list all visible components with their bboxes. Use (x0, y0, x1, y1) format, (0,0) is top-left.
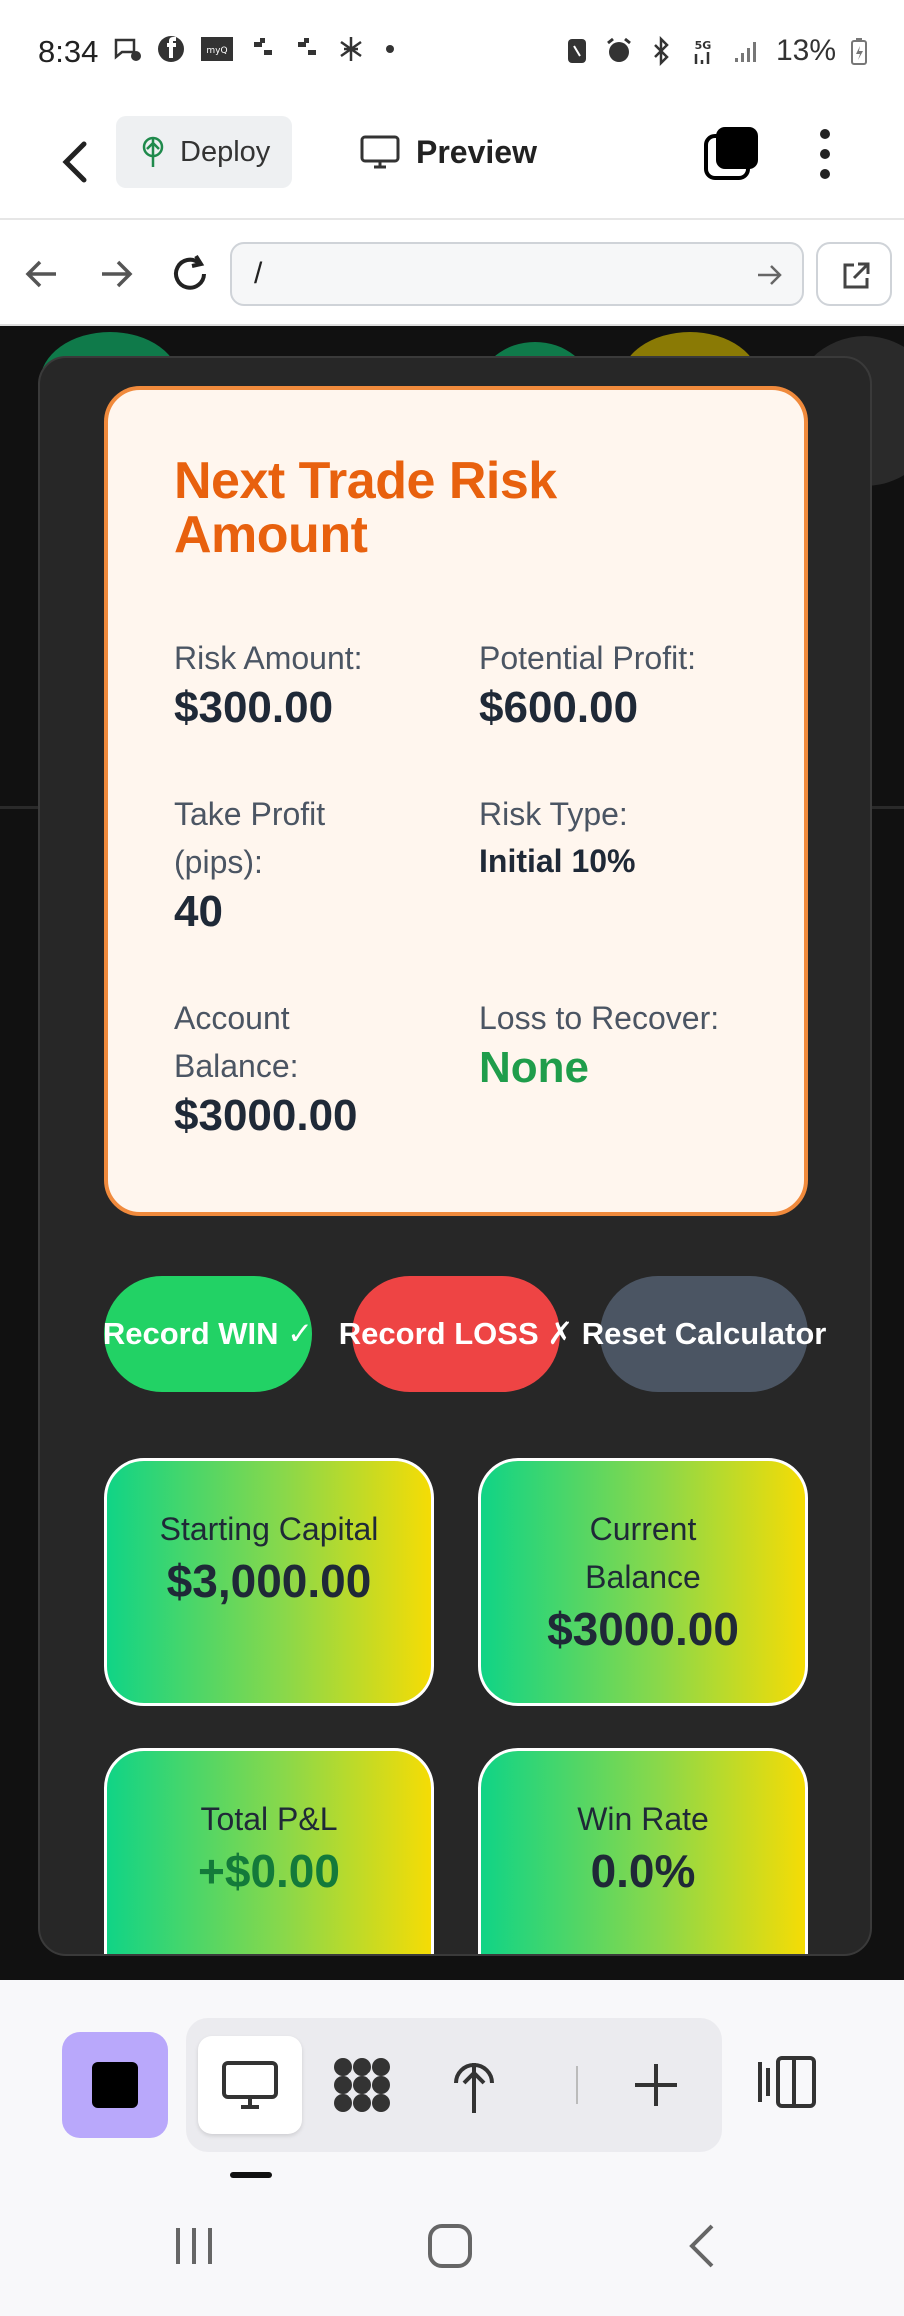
myq-icon: myQ (201, 37, 233, 61)
total-pnl-value: +$0.00 (198, 1845, 340, 1897)
toolbar-divider (576, 2066, 578, 2104)
svg-text:5G: 5G (695, 39, 712, 52)
take-profit-stat: Take Profit (pips): 40 (174, 790, 374, 938)
app-content: Next Trade Risk Amount Risk Amount: $300… (0, 326, 904, 1980)
system-icons: 5G 13% (564, 34, 868, 68)
risk-type-label: Risk Type: (479, 796, 628, 832)
record-loss-button[interactable]: Record LOSS ✗ (339, 1276, 573, 1392)
browser-url-bar: / (0, 222, 904, 326)
back-arrow-icon[interactable] (50, 132, 100, 192)
chat-bubble-icon (114, 38, 141, 61)
current-balance-card: Current Balance $3000.00 (478, 1458, 808, 1706)
battery-percent: 13% (775, 34, 836, 67)
nfc-icon (567, 39, 586, 63)
more-menu-icon[interactable] (808, 126, 842, 182)
status-time: 8:34 (38, 34, 99, 69)
current-balance-label: Current Balance (585, 1511, 701, 1595)
toolbar-tab-group (186, 2018, 722, 2152)
tab-preview[interactable] (198, 2036, 302, 2134)
url-text: / (254, 257, 263, 290)
loss-to-recover-label: Loss to Recover: (479, 1000, 720, 1036)
deploy-label: Deploy (180, 135, 271, 168)
stop-square-icon (92, 2062, 138, 2108)
potential-profit-value: $600.00 (479, 683, 639, 732)
preview-button[interactable]: Preview (360, 116, 537, 188)
risk-card-title: Next Trade Risk Amount (174, 452, 557, 564)
browser-back-icon[interactable] (20, 252, 64, 296)
plus-icon (635, 2064, 677, 2106)
reload-icon[interactable] (168, 252, 212, 296)
deploy-icon (142, 136, 164, 167)
browser-forward-icon[interactable] (94, 252, 138, 296)
bug-icon (340, 37, 362, 61)
tab-workspace[interactable] (310, 2036, 414, 2134)
account-balance-label: Account Balance: (174, 1000, 299, 1084)
starting-capital-label: Starting Capital (159, 1511, 379, 1547)
facebook-icon (158, 36, 184, 62)
account-balance-stat: Account Balance: $3000.00 (174, 994, 394, 1142)
take-profit-label: Take Profit (pips): (174, 796, 326, 880)
starting-capital-card: Starting Capital $3,000.00 (104, 1458, 434, 1706)
deploy-icon (454, 2063, 494, 2113)
current-balance-value: $3000.00 (547, 1603, 739, 1655)
system-back-icon[interactable] (674, 2216, 734, 2276)
account-balance-value: $3000.00 (174, 1091, 358, 1140)
tab-deploy[interactable] (422, 2036, 526, 2134)
recents-icon[interactable] (164, 2216, 224, 2276)
slack-icon (254, 38, 272, 55)
reset-calculator-button[interactable]: Reset Calculator (582, 1276, 826, 1392)
risk-amount-stat: Risk Amount: $300.00 (174, 634, 444, 734)
signal-icon (734, 42, 756, 62)
win-rate-value: 0.0% (590, 1845, 696, 1897)
open-external-button[interactable] (816, 242, 892, 306)
loss-to-recover-value: None (479, 1043, 589, 1092)
go-arrow-icon[interactable] (754, 260, 784, 290)
risk-type-value: Initial 10% (479, 843, 636, 879)
loss-to-recover-stat: Loss to Recover: None (479, 994, 779, 1094)
notification-icons: myQ (112, 34, 400, 64)
new-tab-button[interactable] (604, 2036, 708, 2134)
stack-icon[interactable] (702, 124, 762, 184)
bottom-toolbar (0, 1980, 904, 2180)
bluetooth-icon (654, 36, 669, 66)
preview-label: Preview (416, 133, 537, 170)
calculator-modal: Next Trade Risk Amount Risk Amount: $300… (38, 356, 872, 1956)
5g-icon: 5G (695, 39, 712, 64)
win-rate-card: Win Rate 0.0% (478, 1748, 808, 1954)
risk-amount-label: Risk Amount: (174, 640, 363, 676)
split-panel-icon[interactable] (756, 2054, 818, 2110)
total-pnl-label: Total P&L (200, 1801, 338, 1837)
win-rate-label: Win Rate (577, 1801, 709, 1837)
potential-profit-label: Potential Profit: (479, 640, 696, 676)
home-icon[interactable] (420, 2216, 480, 2276)
risk-amount-value: $300.00 (174, 683, 334, 732)
total-pnl-card: Total P&L +$0.00 (104, 1748, 434, 1954)
deploy-button[interactable]: Deploy (116, 116, 292, 188)
svg-text:myQ: myQ (206, 46, 227, 56)
external-link-icon (843, 262, 870, 289)
monitor-icon (222, 2061, 278, 2109)
dot-icon (386, 45, 394, 53)
slack-icon (298, 38, 316, 55)
workspace-icon (334, 2058, 390, 2112)
alarm-icon (607, 37, 631, 62)
risk-card: Next Trade Risk Amount Risk Amount: $300… (104, 386, 808, 1216)
take-profit-value: 40 (174, 887, 223, 936)
starting-capital-value: $3,000.00 (166, 1555, 372, 1607)
potential-profit-stat: Potential Profit: $600.00 (479, 634, 769, 734)
status-bar: 8:34 myQ 5G 13% (0, 0, 904, 106)
app-bar: Deploy Preview (0, 106, 904, 220)
url-input[interactable]: / (230, 242, 804, 306)
monitor-icon (360, 135, 400, 169)
system-nav-bar (0, 2180, 904, 2316)
risk-type-stat: Risk Type: Initial 10% (479, 790, 769, 884)
record-win-button[interactable]: Record WIN ✓ (103, 1276, 313, 1392)
battery-charging-icon (851, 38, 867, 65)
console-toggle-button[interactable] (62, 2032, 168, 2138)
active-tab-indicator (230, 2172, 272, 2178)
